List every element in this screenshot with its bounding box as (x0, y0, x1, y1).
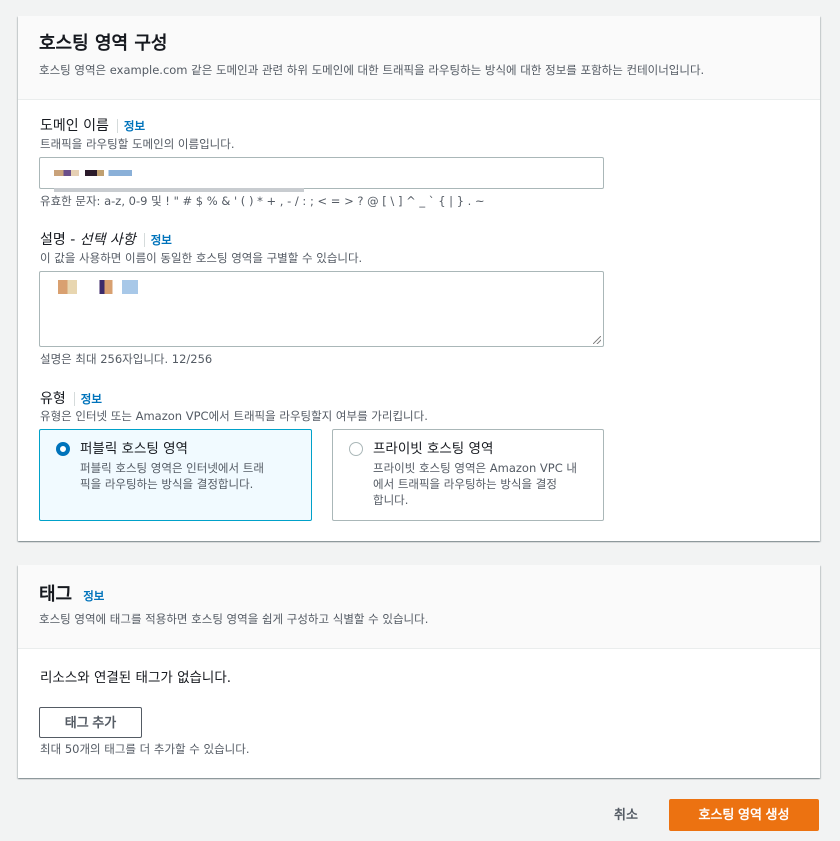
description-hint: 이 값을 사용하면 이름이 동일한 호스팅 영역을 구별할 수 있습니다. (40, 251, 363, 265)
domain-name-label: 도메인 이름 (40, 118, 109, 134)
hosted-zone-config-panel: 호스팅 영역 구성 호스팅 영역은 example.com 같은 도메인과 관련… (18, 16, 820, 541)
panel-description: 호스팅 영역은 example.com 같은 도메인과 관련 하위 도메인에 대… (39, 63, 705, 77)
redacted-value (58, 280, 138, 294)
divider (116, 118, 118, 133)
desc-line: 퍼블릭 호스팅 영역은 인터넷에서 트래 (80, 461, 264, 475)
divider (73, 391, 75, 406)
create-hosted-zone-button[interactable]: 호스팅 영역 생성 (669, 799, 819, 831)
redacted-value (54, 170, 132, 176)
type-label-row: 유형 정보 (40, 388, 102, 409)
domain-name-info-link[interactable]: 정보 (124, 119, 145, 133)
description-label-row: 설명 - 선택 사항 정보 (40, 229, 172, 250)
radio-button[interactable] (349, 442, 363, 456)
desc-line: 합니다. (373, 493, 409, 507)
panel-header: 호스팅 영역 구성 호스팅 영역은 example.com 같은 도메인과 관련… (18, 16, 820, 100)
private-option-description: 프라이빗 호스팅 영역은 Amazon VPC 내 에서 트래픽을 라우팅하는 … (373, 460, 591, 508)
divider (143, 232, 145, 247)
private-option-title: 프라이빗 호스팅 영역 (373, 441, 494, 457)
type-hint: 유형은 인터넷 또는 Amazon VPC에서 트래픽을 라우팅할지 여부를 가… (40, 409, 428, 423)
desc-line: 픽을 라우팅하는 방식을 결정합니다. (80, 477, 254, 491)
public-option-description: 퍼블릭 호스팅 영역은 인터넷에서 트래 픽을 라우팅하는 방식을 결정합니다. (80, 460, 299, 492)
resize-handle[interactable] (593, 336, 601, 344)
scrollbar-hint (54, 188, 304, 192)
private-hosted-zone-option[interactable]: 프라이빗 호스팅 영역 프라이빗 호스팅 영역은 Amazon VPC 내 에서… (332, 429, 604, 521)
panel-title: 호스팅 영역 구성 (39, 33, 168, 54)
type-label: 유형 (40, 391, 66, 407)
tags-limit-hint: 최대 50개의 태그를 더 추가할 수 있습니다. (40, 742, 250, 756)
desc-line: 프라이빗 호스팅 영역은 Amazon VPC 내 (373, 461, 577, 475)
add-tag-button[interactable]: 태그 추가 (39, 707, 142, 738)
cancel-button[interactable]: 취소 (598, 799, 654, 831)
tags-title: 태그 (39, 584, 73, 605)
public-option-title: 퍼블릭 호스팅 영역 (80, 441, 188, 457)
domain-name-label-row: 도메인 이름 정보 (40, 115, 145, 136)
domain-name-input[interactable] (39, 157, 604, 192)
domain-name-hint: 트래픽을 라우팅할 도메인의 이름입니다. (40, 137, 235, 151)
tags-description: 호스팅 영역에 태그를 적용하면 호스팅 영역을 쉽게 구성하고 식별할 수 있… (39, 612, 429, 626)
tags-empty-text: 리소스와 연결된 태그가 없습니다. (40, 670, 232, 686)
radio-button-selected[interactable] (56, 442, 70, 456)
desc-line: 에서 트래픽을 라우팅하는 방식을 결정 (373, 477, 557, 491)
domain-name-constraint: 유효한 문자: a-z, 0-9 및 ! " # $ % & ' ( ) * +… (40, 194, 485, 208)
tags-title-row: 태그 정보 (39, 583, 800, 607)
panel-header: 태그 정보 호스팅 영역에 태그를 적용하면 호스팅 영역을 쉽게 구성하고 식… (18, 565, 820, 649)
public-hosted-zone-option[interactable]: 퍼블릭 호스팅 영역 퍼블릭 호스팅 영역은 인터넷에서 트래 픽을 라우팅하는… (39, 429, 312, 521)
tags-panel: 태그 정보 호스팅 영역에 태그를 적용하면 호스팅 영역을 쉽게 구성하고 식… (18, 565, 820, 778)
description-optional-label: 선택 사항 (79, 232, 136, 248)
description-label: 설명 - (40, 232, 80, 248)
description-textarea[interactable] (39, 271, 604, 347)
type-info-link[interactable]: 정보 (81, 392, 102, 406)
description-constraint: 설명은 최대 256자입니다. 12/256 (40, 352, 213, 366)
description-info-link[interactable]: 정보 (151, 233, 172, 247)
tags-info-link[interactable]: 정보 (83, 589, 104, 603)
